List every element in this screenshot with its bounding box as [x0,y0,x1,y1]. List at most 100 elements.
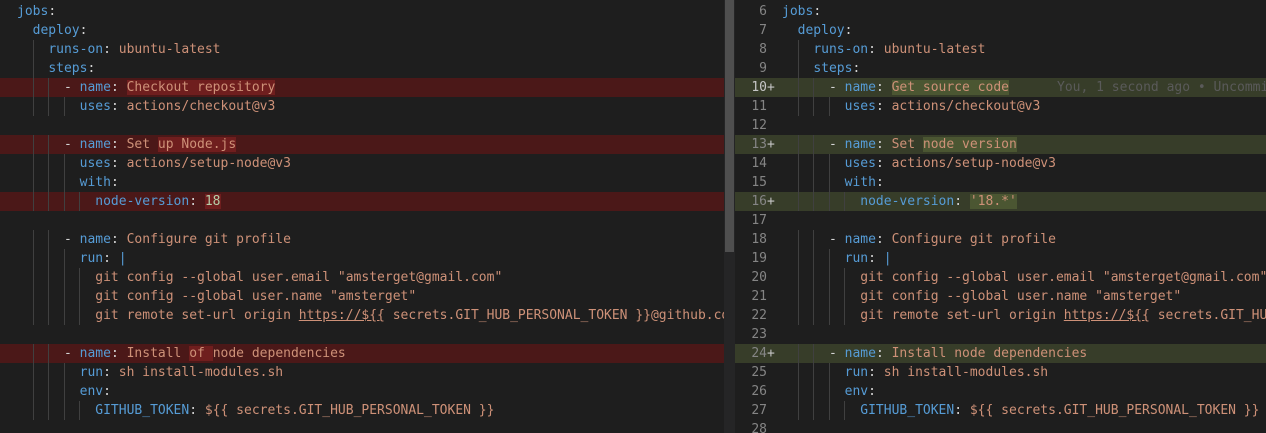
code-line[interactable]: uses: actions/setup-node@v3 [0,154,735,173]
code-line[interactable] [0,211,735,230]
deleted-line[interactable]: - name: Checkout repository [0,78,735,97]
code-token: : [110,80,127,95]
code-line[interactable]: jobs: [0,2,735,21]
line-number [0,135,8,154]
code-token: : [875,232,892,247]
code-line[interactable]: steps: [0,59,735,78]
code-line[interactable]: run: sh install-modules.sh [0,363,735,382]
added-line[interactable]: 16 + node-version: '18.*' [735,192,1266,211]
code-token: - [63,80,80,95]
code-token: node-version [860,194,955,209]
code-line[interactable]: 7 deploy: [735,21,1266,40]
code-line[interactable]: 27 GITHUB_TOKEN: ${{ secrets.GIT_HUB_PER… [735,401,1266,420]
code-line[interactable]: 20 git config --global user.email "amste… [735,268,1266,287]
code-token: git config --global user.name "amsterget… [860,289,1182,304]
code-line[interactable] [0,116,735,135]
code-line[interactable]: 18 - name: Configure git profile [735,230,1266,249]
code-line[interactable]: - name: Configure git profile [0,230,735,249]
code-token: : [79,23,88,38]
modified-pane[interactable]: 6 jobs: 7 deploy: 8 runs-on: ubuntu-latest 9… [735,0,1266,433]
code-line[interactable]: 19 run: | [735,249,1266,268]
code-line[interactable]: 26 env: [735,382,1266,401]
code-line[interactable]: 11 uses: actions/checkout@v3 [735,97,1266,116]
code-line[interactable]: 28 [735,420,1266,433]
code-text: git remote set-url origin https://${{ se… [17,306,735,325]
code-line[interactable]: 14 uses: actions/setup-node@v3 [735,154,1266,173]
code-line[interactable]: run: | [0,249,735,268]
code-line[interactable] [0,325,735,344]
code-line[interactable]: env: [0,382,735,401]
code-text: env: [17,382,735,401]
code-line[interactable]: git config --global user.name "amsterget… [0,287,735,306]
code-text: steps: [782,59,1266,78]
code-line[interactable]: 9 steps: [735,59,1266,78]
code-token: : [875,99,892,114]
line-number: 16 [751,194,767,209]
code-text: node-version: '18.*' [782,192,1266,211]
code-token: : [844,23,853,38]
scrollbar-thumb[interactable] [725,0,734,252]
added-line[interactable]: 24 + - name: Install node dependencies [735,344,1266,363]
code-token[interactable]: https://${{ [1064,308,1150,323]
code-line[interactable]: git remote set-url origin https://${{ se… [0,306,735,325]
code-line[interactable] [0,420,735,433]
line-number [0,287,8,306]
code-line[interactable]: 25 run: sh install-modules.sh [735,363,1266,382]
deleted-line[interactable]: - name: Install of node dependencies [0,344,735,363]
code-line[interactable]: 15 with: [735,173,1266,192]
deleted-line[interactable]: node-version: 18 [0,192,735,211]
line-number [0,21,8,40]
code-token: - [63,346,80,361]
line-number: 13 [751,137,767,152]
code-token: git remote set-url origin [860,308,1064,323]
line-number: 6 [759,4,767,19]
line-number [0,173,8,192]
code-line[interactable]: deploy: [0,21,735,40]
code-text: deploy: [17,21,735,40]
code-line[interactable]: uses: actions/checkout@v3 [0,97,735,116]
line-number [0,249,8,268]
code-line[interactable]: runs-on: ubuntu-latest [0,40,735,59]
code-text: - name: Configure git profile [782,230,1266,249]
code-token: : [110,346,127,361]
code-token: git config --global user.email "amsterge… [860,270,1266,285]
code-token: git remote set-url origin [95,308,299,323]
added-line[interactable]: 13 + - name: Set node version [735,135,1266,154]
code-line[interactable]: 6 jobs: [735,2,1266,21]
code-token: : [813,4,822,19]
deleted-line[interactable]: - name: Set up Node.js [0,135,735,154]
code-token: uses [844,156,876,171]
code-line[interactable]: 23 [735,325,1266,344]
code-line[interactable]: 8 runs-on: ubuntu-latest [735,40,1266,59]
code-line[interactable]: with: [0,173,735,192]
code-line[interactable]: 12 [735,116,1266,135]
code-token: jobs [17,4,49,19]
code-line[interactable]: GITHUB_TOKEN: ${{ secrets.GIT_HUB_PERSON… [0,401,735,420]
code-token: - [828,232,845,247]
code-line[interactable]: 17 [735,211,1266,230]
code-line[interactable]: 21 git config --global user.name "amster… [735,287,1266,306]
code-token: sh install-modules.sh [118,365,284,380]
line-number: 23 [751,327,767,342]
code-line[interactable]: 22 git remote set-url origin https://${{… [735,306,1266,325]
added-line[interactable]: 10 + - name: Get source code You, 1 second… [735,78,1266,97]
line-number [0,306,8,325]
code-token: ubuntu-latest [883,42,986,57]
original-pane[interactable]: jobs: deploy: runs-on: ubuntu-latest ste… [0,0,735,433]
code-line[interactable]: git config --global user.email "amsterge… [0,268,735,287]
code-token[interactable]: https://${{ [299,308,385,323]
code-text: git config --global user.name "amsterget… [17,287,735,306]
code-token: : [103,42,119,57]
code-token: '18.*' [969,194,1017,209]
code-text: git remote set-url origin https://${{ se… [782,306,1266,325]
line-number: 24 [751,346,767,361]
